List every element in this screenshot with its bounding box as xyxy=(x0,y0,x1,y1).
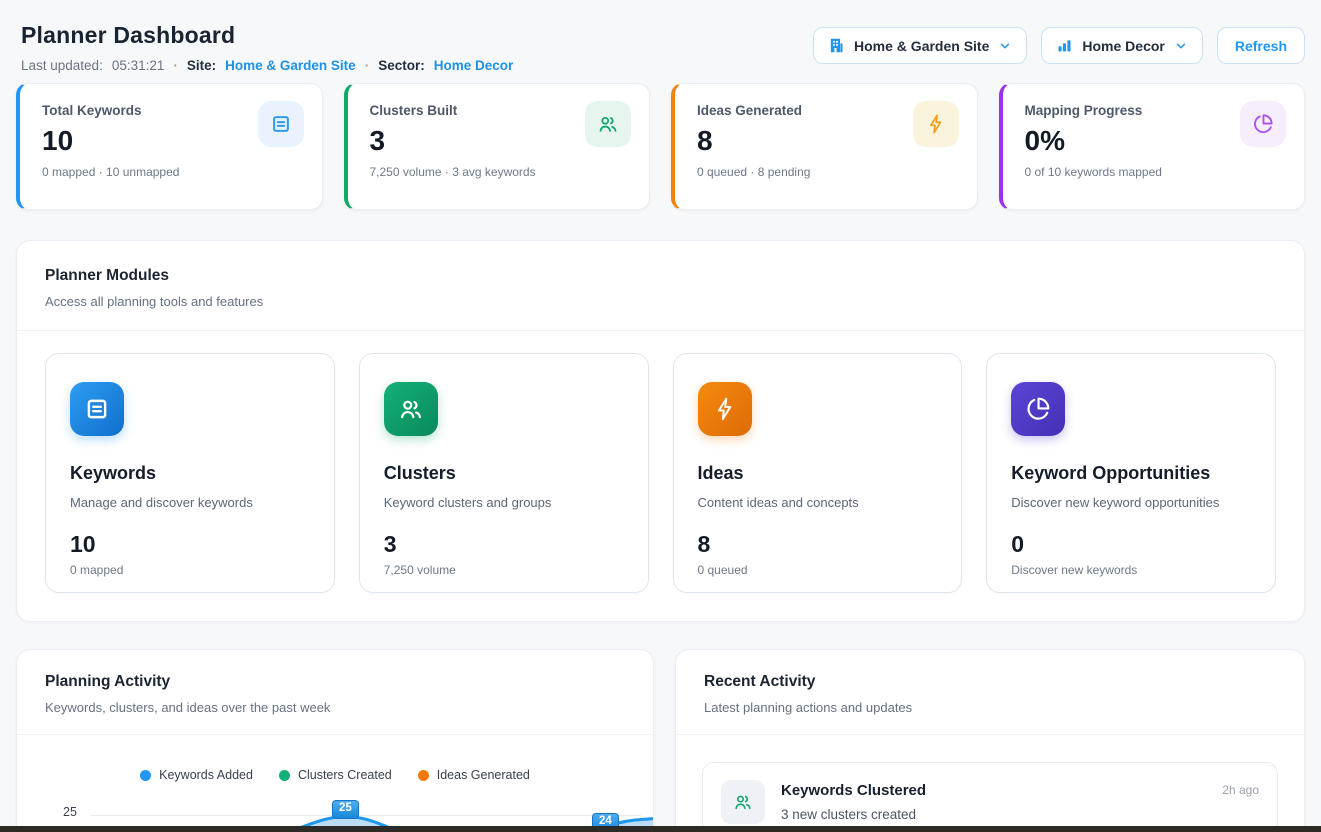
meta-separator: · xyxy=(173,58,178,73)
recent-activity-card: Recent Activity Latest planning actions … xyxy=(675,649,1305,832)
sector-link[interactable]: Home Decor xyxy=(434,58,514,73)
module-sub: 0 queued xyxy=(698,563,938,577)
header-controls: Home & Garden Site Home Decor Refresh xyxy=(813,27,1305,64)
activity-item: Keywords Clustered 3 new clusters create… xyxy=(702,762,1278,832)
header-left: Planner Dashboard Last updated: 05:31:21… xyxy=(21,22,513,73)
bottom-row: Planning Activity Keywords, clusters, an… xyxy=(16,649,1305,832)
card-subtitle: Keywords, clusters, and ideas over the p… xyxy=(45,700,625,715)
page-title: Planner Dashboard xyxy=(21,22,513,49)
meta-separator: · xyxy=(365,58,370,73)
module-value: 0 xyxy=(1011,531,1251,558)
stat-sub: 0 queued · 8 pending xyxy=(697,165,959,179)
recent-activity-header: Recent Activity Latest planning actions … xyxy=(676,650,1304,734)
stat-sub: 0 of 10 keywords mapped xyxy=(1025,165,1287,179)
planner-modules-header: Planner Modules Access all planning tool… xyxy=(17,241,1304,330)
panel-subtitle: Access all planning tools and features xyxy=(45,294,1276,309)
stat-card-total-keywords: Total Keywords 10 0 mapped · 10 unmapped xyxy=(16,83,323,210)
site-selector-dropdown[interactable]: Home & Garden Site xyxy=(813,27,1027,64)
activity-content: Keywords Clustered 3 new clusters create… xyxy=(781,780,926,822)
module-card-keywords[interactable]: Keywords Manage and discover keywords 10… xyxy=(45,353,335,593)
legend-dot-green xyxy=(279,770,290,781)
legend-dot-blue xyxy=(140,770,151,781)
card-title: Planning Activity xyxy=(45,673,625,691)
bolt-icon xyxy=(698,382,752,436)
last-updated-value: 05:31:21 xyxy=(112,58,165,73)
module-card-clusters[interactable]: Clusters Keyword clusters and groups 3 7… xyxy=(359,353,649,593)
chart-legend: Keywords Added Clusters Created Ideas Ge… xyxy=(17,768,653,782)
sector-selector-label: Home Decor xyxy=(1082,38,1164,54)
refresh-button[interactable]: Refresh xyxy=(1217,27,1305,64)
card-title: Recent Activity xyxy=(704,673,1276,691)
module-value: 8 xyxy=(698,531,938,558)
building-icon xyxy=(828,37,845,54)
stats-row: Total Keywords 10 0 mapped · 10 unmapped… xyxy=(16,83,1305,210)
stat-card-mapping-progress: Mapping Progress 0% 0 of 10 keywords map… xyxy=(999,83,1306,210)
sector-label: Sector: xyxy=(378,58,425,73)
pie-chart-icon xyxy=(1240,101,1286,147)
planner-modules-panel: Planner Modules Access all planning tool… xyxy=(16,240,1305,622)
header-meta: Last updated: 05:31:21 · Site: Home & Ga… xyxy=(21,58,513,73)
site-label: Site: xyxy=(187,58,216,73)
divider xyxy=(17,734,653,735)
sector-selector-dropdown[interactable]: Home Decor xyxy=(1041,27,1202,64)
site-selector-label: Home & Garden Site xyxy=(854,38,989,54)
module-title: Ideas xyxy=(698,463,938,484)
legend-item-clusters-created[interactable]: Clusters Created xyxy=(279,768,392,782)
site-link[interactable]: Home & Garden Site xyxy=(225,58,356,73)
planning-activity-card: Planning Activity Keywords, clusters, an… xyxy=(16,649,654,832)
stat-sub: 7,250 volume · 3 avg keywords xyxy=(370,165,632,179)
document-icon xyxy=(70,382,124,436)
activity-timestamp: 2h ago xyxy=(1222,783,1259,797)
module-description: Manage and discover keywords xyxy=(70,495,310,510)
bottom-edge-bar xyxy=(0,826,1321,832)
stat-card-clusters-built: Clusters Built 3 7,250 volume · 3 avg ke… xyxy=(344,83,651,210)
legend-dot-orange xyxy=(418,770,429,781)
legend-label: Keywords Added xyxy=(159,768,253,782)
bolt-icon xyxy=(913,101,959,147)
data-point-badge: 25 xyxy=(332,800,359,819)
module-description: Content ideas and concepts xyxy=(698,495,938,510)
modules-grid: Keywords Manage and discover keywords 10… xyxy=(17,331,1304,621)
panel-title: Planner Modules xyxy=(45,267,1276,285)
stat-card-ideas-generated: Ideas Generated 8 0 queued · 8 pending xyxy=(671,83,978,210)
module-sub: 0 mapped xyxy=(70,563,310,577)
recent-activity-list: Keywords Clustered 3 new clusters create… xyxy=(676,735,1304,832)
users-icon xyxy=(585,101,631,147)
users-icon xyxy=(721,780,765,824)
module-sub: 7,250 volume xyxy=(384,563,624,577)
module-description: Discover new keyword opportunities xyxy=(1011,495,1251,510)
chevron-down-icon xyxy=(1174,39,1188,53)
legend-label: Clusters Created xyxy=(298,768,392,782)
planning-activity-header: Planning Activity Keywords, clusters, an… xyxy=(17,650,653,734)
module-card-keyword-opportunities[interactable]: Keyword Opportunities Discover new keywo… xyxy=(986,353,1276,593)
legend-label: Ideas Generated xyxy=(437,768,530,782)
module-title: Keywords xyxy=(70,463,310,484)
legend-item-keywords-added[interactable]: Keywords Added xyxy=(140,768,253,782)
bar-chart-icon xyxy=(1056,37,1073,54)
module-title: Keyword Opportunities xyxy=(1011,463,1251,484)
activity-title: Keywords Clustered xyxy=(781,782,926,799)
chevron-down-icon xyxy=(998,39,1012,53)
legend-item-ideas-generated[interactable]: Ideas Generated xyxy=(418,768,530,782)
module-value: 3 xyxy=(384,531,624,558)
stat-sub: 0 mapped · 10 unmapped xyxy=(42,165,304,179)
document-icon xyxy=(258,101,304,147)
module-sub: Discover new keywords xyxy=(1011,563,1251,577)
module-card-ideas[interactable]: Ideas Content ideas and concepts 8 0 que… xyxy=(673,353,963,593)
card-subtitle: Latest planning actions and updates xyxy=(704,700,1276,715)
last-updated-label: Last updated: xyxy=(21,58,103,73)
activity-description: 3 new clusters created xyxy=(781,807,926,822)
pie-chart-icon xyxy=(1011,382,1065,436)
page-header: Planner Dashboard Last updated: 05:31:21… xyxy=(0,0,1321,73)
module-description: Keyword clusters and groups xyxy=(384,495,624,510)
users-icon xyxy=(384,382,438,436)
module-value: 10 xyxy=(70,531,310,558)
module-title: Clusters xyxy=(384,463,624,484)
